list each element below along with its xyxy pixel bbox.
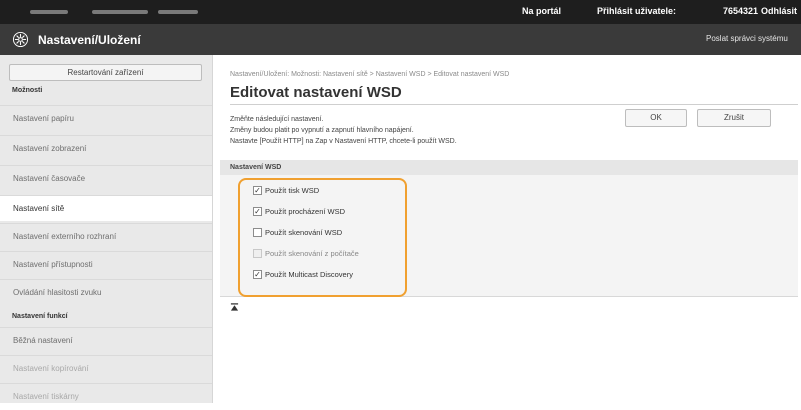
blurred-device-info xyxy=(158,10,198,14)
ok-button[interactable]: OK xyxy=(625,109,687,127)
sidebar-item-paper[interactable]: Nastavení papíru xyxy=(0,105,212,131)
cancel-button[interactable]: Zrušit xyxy=(697,109,771,127)
breadcrumb: Nastavení/Uložení: Možnosti: Nastavení s… xyxy=(230,71,510,78)
sidebar-item-common[interactable]: Běžná nastavení xyxy=(0,327,212,353)
description-line: Změny budou platit po vypnutí a zapnutí … xyxy=(230,127,414,134)
sidebar-section-options: Možnosti xyxy=(12,87,43,94)
title-bar: Nastavení/Uložení Poslat správci systému xyxy=(0,24,801,55)
logout-link[interactable]: Odhlásit xyxy=(761,6,797,16)
sidebar-item-display[interactable]: Nastavení zobrazení xyxy=(0,135,212,161)
blurred-device-info xyxy=(92,10,148,14)
sidebar-section-functions: Nastavení funkcí xyxy=(12,313,68,320)
description-line: Změňte následující nastavení. xyxy=(230,116,324,123)
highlight-frame xyxy=(238,178,407,297)
title-divider xyxy=(230,104,798,105)
back-to-top-icon[interactable] xyxy=(230,303,239,312)
portal-link[interactable]: Na portál xyxy=(522,6,561,16)
sidebar-item-external-interface[interactable]: Nastavení externího rozhraní xyxy=(0,223,212,249)
main-content: Nastavení/Uložení: Možnosti: Nastavení s… xyxy=(213,55,801,403)
sidebar-item-printer[interactable]: Nastavení tiskárny xyxy=(0,383,212,409)
sidebar-item-timer[interactable]: Nastavení časovače xyxy=(0,165,212,191)
sidebar-item-network[interactable]: Nastavení sítě xyxy=(0,195,212,221)
sidebar: Restartování zařízení Možnosti Nastavení… xyxy=(0,55,213,403)
sidebar-item-accessibility[interactable]: Nastavení přístupnosti xyxy=(0,251,212,277)
login-user-label: Přihlásit uživatele: xyxy=(597,6,677,16)
send-to-admin-link[interactable]: Poslat správci systému xyxy=(706,34,788,43)
gear-icon xyxy=(12,31,29,48)
blurred-device-info xyxy=(30,10,68,14)
section-header-wsd: Nastavení WSD xyxy=(220,160,798,175)
user-id: 7654321 xyxy=(723,6,759,16)
page-title: Editovat nastavení WSD xyxy=(230,84,402,101)
app-title: Nastavení/Uložení xyxy=(38,33,141,47)
description-line: Nastavte [Použít HTTP] na Zap v Nastaven… xyxy=(230,138,457,145)
top-bar: Na portál Přihlásit uživatele: 7654321 O… xyxy=(0,0,801,24)
sidebar-item-copy[interactable]: Nastavení kopírování xyxy=(0,355,212,381)
sidebar-item-volume[interactable]: Ovládání hlasitosti zvuku xyxy=(0,279,212,305)
restart-device-button[interactable]: Restartování zařízení xyxy=(9,64,202,81)
